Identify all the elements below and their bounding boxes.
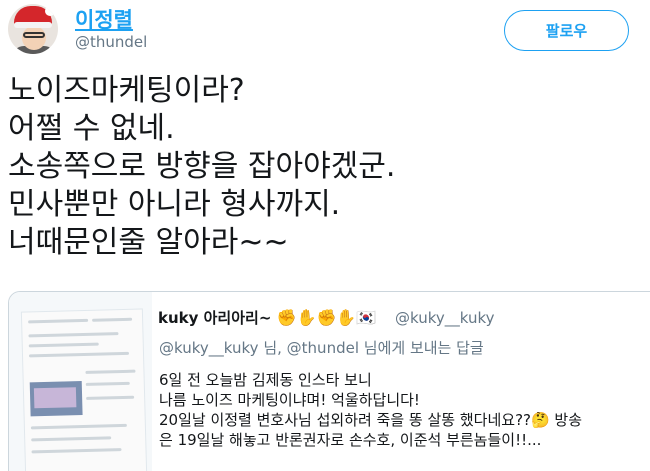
reply-recipient-handle[interactable]: @thundel <box>287 339 359 357</box>
quoted-tweet-card[interactable]: kuky 아리아리~ ✊✋✊✋🇰🇷 @kuky__kuky @kuky__kuk… <box>8 291 650 471</box>
tweet-line: 어쩔 수 없네. <box>8 111 175 146</box>
quoted-tweet-body: 6일 전 오늘밤 김제동 인스타 보니 나름 노이즈 마케팅이냐며! 억울하답니… <box>159 370 582 450</box>
tweet-line: 소송쪽으로 방향을 잡아야겠군. <box>8 149 396 184</box>
avatar[interactable] <box>8 4 58 54</box>
reply-context: @kuky__kuky 님, @thundel 님에게 보내는 답글 <box>159 337 484 358</box>
tweet-line: 민사뿐만 아니라 형사까지. <box>8 187 341 222</box>
quoted-body-line: 20일날 이정렬 변호사님 섭외하려 죽을 똥 살똥 했다네요??🤔 방송 <box>159 411 583 429</box>
follow-button[interactable]: 팔로우 <box>504 10 629 51</box>
tweet-line: 너때문인줄 알아라~~ <box>8 225 289 260</box>
quoted-author-handle[interactable]: @kuky__kuky <box>395 309 495 327</box>
reply-to-handle[interactable]: @kuky__kuky <box>159 339 259 357</box>
quoted-body-line: 6일 전 오늘밤 김제동 인스타 보니 <box>159 371 372 389</box>
quoted-body-line: 은 19일날 해놓고 반론권자로 손수호, 이준석 부른놈들이!!... <box>159 431 542 449</box>
author-display-name[interactable]: 이정렬 <box>75 4 133 34</box>
reply-suffix: 님에게 보내는 답글 <box>363 339 484 357</box>
author-handle[interactable]: @thundel <box>75 33 147 51</box>
reply-separator: 님, <box>263 339 282 357</box>
quoted-author-name[interactable]: kuky 아리아리~ ✊✋✊✋🇰🇷 <box>158 307 376 328</box>
quoted-media-thumbnail[interactable] <box>9 292 152 471</box>
screenshot-image <box>20 308 148 471</box>
tweet-line: 노이즈마케팅이라? <box>8 73 245 108</box>
tweet-text: 노이즈마케팅이라? 어쩔 수 없네. 소송쪽으로 방향을 잡아야겠군. 민사뿐만… <box>8 72 395 262</box>
quoted-display-name: kuky 아리아리~ <box>158 309 272 327</box>
tweet-header: 이정렬 @thundel 팔로우 <box>0 0 650 60</box>
quoted-body-line: 나름 노이즈 마케팅이냐며! 억울하답니다! <box>159 391 420 409</box>
hand-emoji-icon: ✊✋✊✋🇰🇷 <box>276 308 377 327</box>
